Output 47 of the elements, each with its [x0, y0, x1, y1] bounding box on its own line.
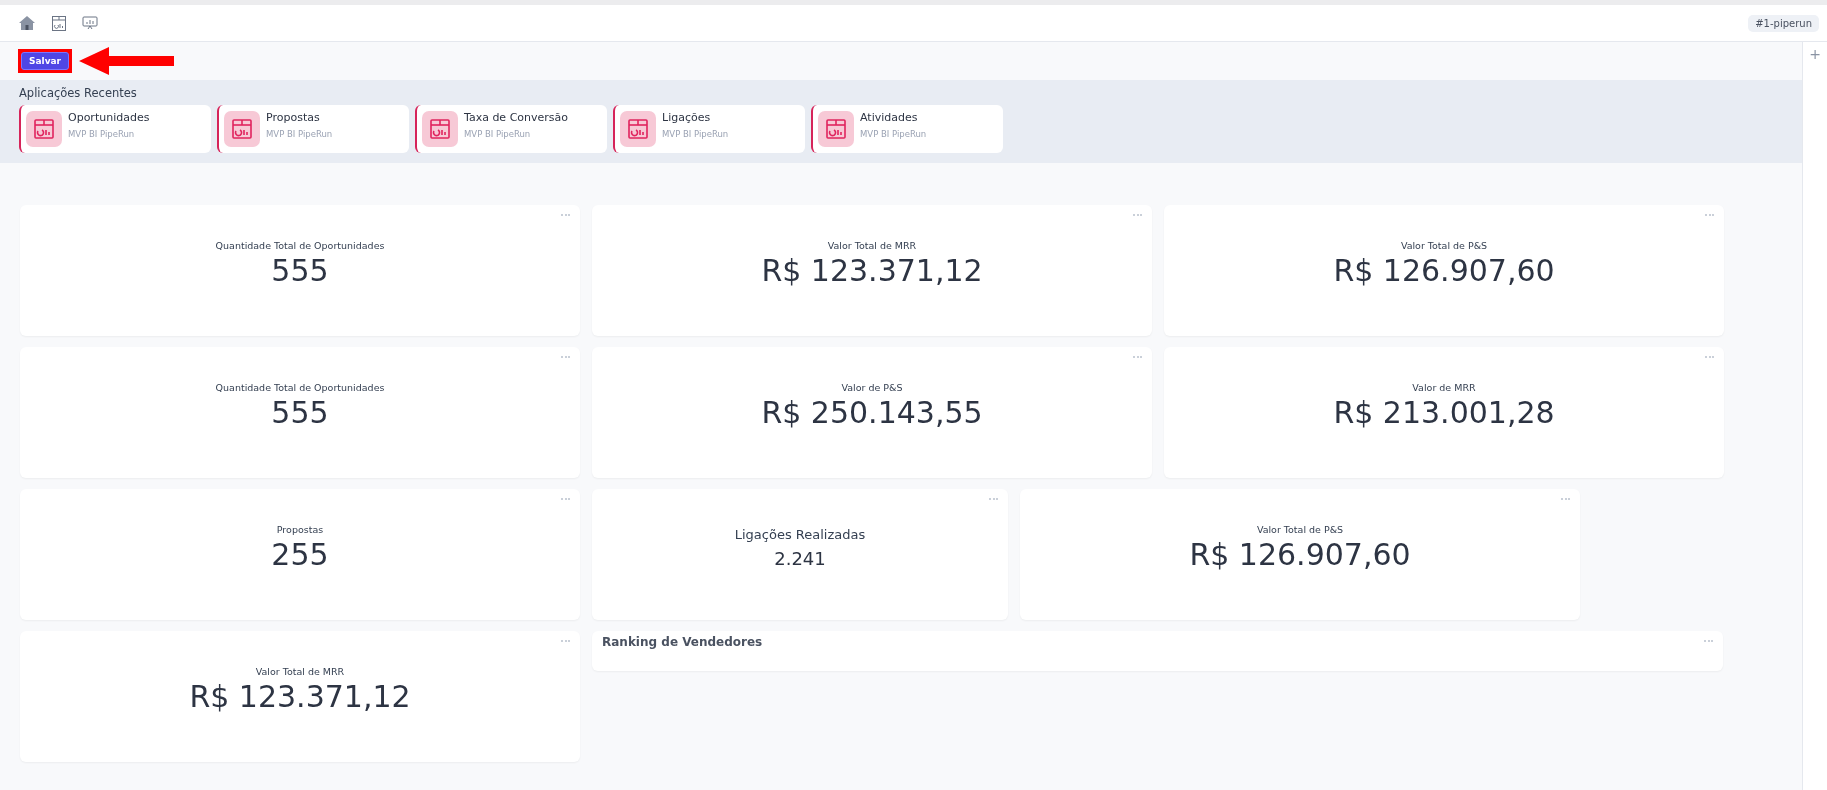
card-title: Valor Total de MRR [255, 665, 345, 677]
card-title: Valor de MRR [1412, 381, 1476, 393]
app-card[interactable]: Oportunidades MVP BI PipeRun [19, 105, 211, 153]
app-subtitle: MVP BI PipeRun [662, 129, 729, 139]
card-title: Valor de P&S [841, 381, 903, 393]
app-name: Ligações [662, 111, 712, 124]
save-button[interactable]: Salvar [21, 52, 70, 70]
metric-value: 555 [271, 252, 329, 288]
app-name: Taxa de Conversão [464, 111, 569, 124]
metric-value: R$ 213.001,28 [1333, 394, 1555, 430]
dashboard-icon [34, 119, 54, 139]
metric-value: 555 [271, 394, 329, 430]
card-title: Ranking de Vendedores [602, 635, 763, 649]
metric-value: R$ 250.143,55 [761, 394, 983, 430]
app-subtitle: MVP BI PipeRun [68, 129, 136, 139]
app-card[interactable]: Ligações MVP BI PipeRun [613, 105, 805, 153]
metric-value: 255 [271, 536, 329, 572]
home-icon[interactable] [18, 15, 36, 31]
app-subtitle: MVP BI PipeRun [464, 129, 532, 139]
app-name: Propostas [266, 111, 321, 124]
card-title: Valor Total de P&S [1256, 523, 1344, 535]
card-title: Ligações Realizadas [734, 526, 866, 542]
metric-value: R$ 123.371,12 [761, 252, 983, 288]
presentation-icon[interactable] [82, 16, 98, 30]
dashboard-icon [628, 119, 648, 139]
app-name: Atividades [860, 111, 919, 124]
workspace-tag[interactable]: #1-piperun [1748, 14, 1819, 32]
card-title: Quantidade Total de Oportunidades [215, 239, 385, 251]
dashboard-icon [826, 119, 846, 139]
card-title: Valor Total de MRR [827, 239, 917, 251]
app-card[interactable]: Atividades MVP BI PipeRun [811, 105, 1003, 153]
app-card[interactable]: Taxa de Conversão MVP BI PipeRun [415, 105, 607, 153]
dashboard-icon [430, 119, 450, 139]
app-card[interactable]: Propostas MVP BI PipeRun [217, 105, 409, 153]
dashboard-icon [232, 119, 252, 139]
app-name: Oportunidades [68, 111, 150, 124]
card-title: Quantidade Total de Oportunidades [215, 381, 385, 393]
card-title: Propostas [276, 523, 324, 535]
app-subtitle: MVP BI PipeRun [266, 129, 333, 139]
card-title: Valor Total de P&S [1400, 239, 1488, 251]
metric-value: R$ 126.907,60 [1189, 536, 1411, 572]
section-title: Aplicações Recentes [19, 86, 138, 100]
app-subtitle: MVP BI PipeRun [860, 129, 927, 139]
metric-value: R$ 126.907,60 [1333, 252, 1555, 288]
dashboard-icon[interactable] [52, 15, 66, 31]
metric-value: 2.241 [774, 547, 826, 569]
metric-value: R$ 123.371,12 [189, 678, 411, 714]
